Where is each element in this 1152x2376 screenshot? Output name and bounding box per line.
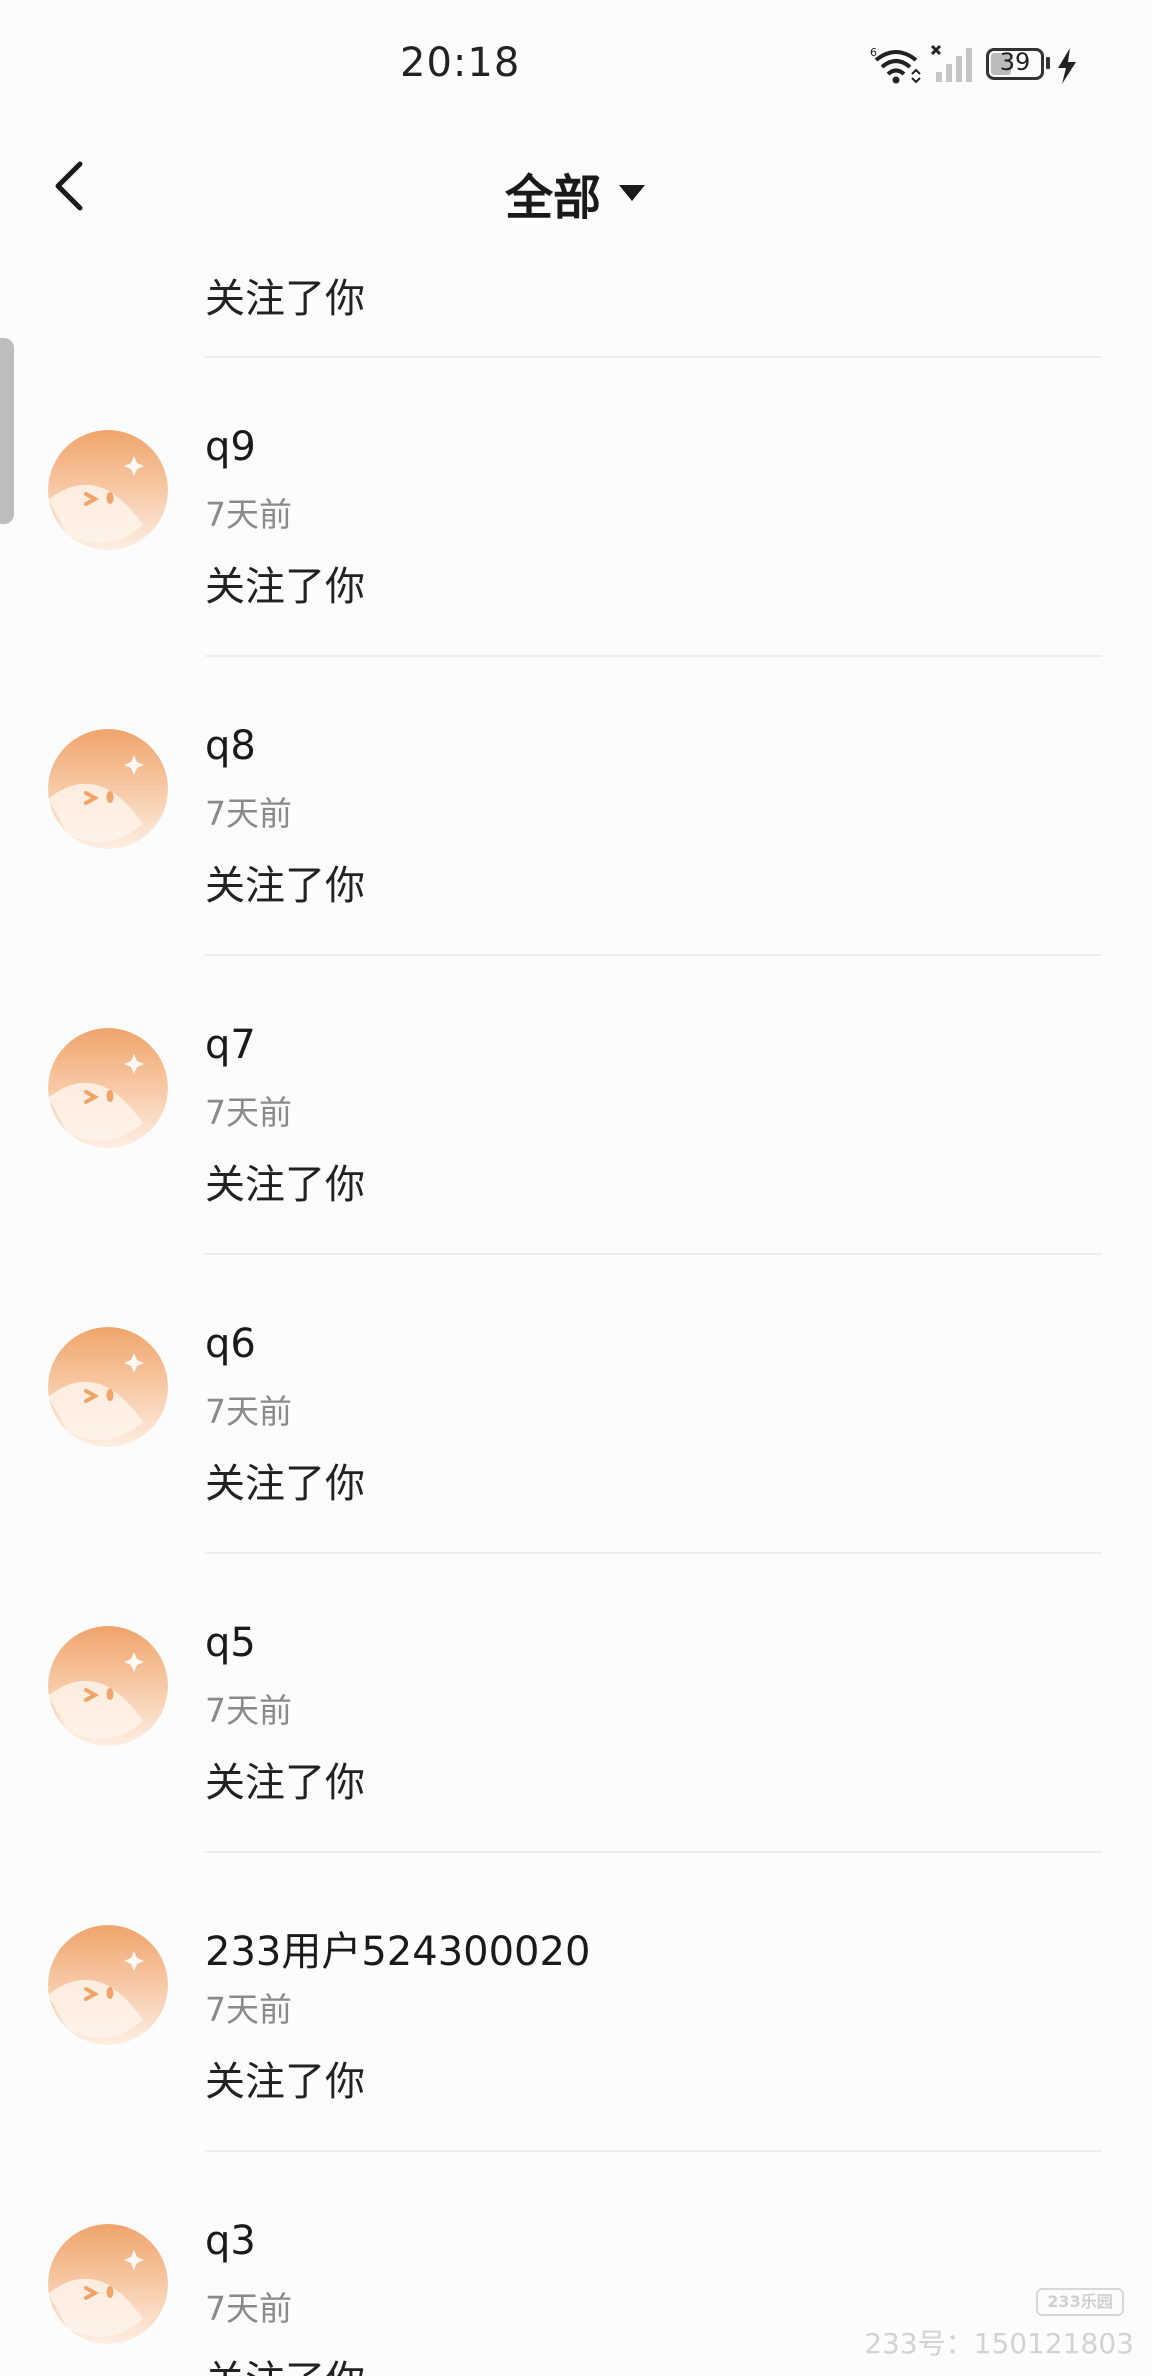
user-name[interactable]: q3 — [205, 2218, 256, 2264]
item-message: 关注了你 — [205, 1461, 365, 1507]
avatar[interactable] — [48, 2224, 168, 2344]
caret-down-icon — [619, 185, 645, 201]
user-name[interactable]: q5 — [205, 1620, 256, 1666]
avatar[interactable] — [48, 1327, 168, 1447]
watermark-logo: 233乐园 — [1036, 2288, 1124, 2316]
list-item[interactable]: q8 7天前 关注了你 — [0, 657, 1152, 956]
page-title: 全部 — [504, 170, 601, 226]
battery-icon: 39 — [986, 48, 1044, 80]
timestamp: 7天前 — [205, 794, 292, 833]
default-avatar-icon — [48, 1925, 168, 2045]
default-avatar-icon — [48, 2224, 168, 2344]
user-name[interactable]: 233用户524300020 — [205, 1919, 590, 1977]
default-avatar-icon — [48, 430, 168, 550]
avatar[interactable] — [48, 729, 168, 849]
list-item[interactable]: q6 7天前 关注了你 — [0, 1255, 1152, 1554]
list-item[interactable]: q5 7天前 关注了你 — [0, 1554, 1152, 1853]
user-name[interactable]: q9 — [205, 424, 256, 470]
list-item[interactable]: 关注了你 — [0, 250, 1152, 358]
item-message: 关注了你 — [205, 2059, 365, 2105]
item-message: 关注了你 — [205, 1760, 365, 1806]
watermark: 233乐园 233号：150121803 — [864, 2288, 1134, 2360]
status-time: 20:18 — [400, 40, 521, 86]
user-name[interactable]: q6 — [205, 1321, 256, 1367]
item-message: 关注了你 — [205, 2348, 365, 2376]
edge-swipe-handle[interactable] — [0, 338, 14, 524]
signal-icon — [930, 44, 972, 82]
battery-level: 39 — [999, 48, 1031, 76]
filter-dropdown[interactable]: 全部 — [505, 158, 647, 228]
timestamp: 7天前 — [205, 1392, 292, 1431]
avatar[interactable] — [48, 430, 168, 550]
list-item[interactable]: 233用户524300020 7天前 关注了你 — [0, 1853, 1152, 2152]
default-avatar-icon — [48, 729, 168, 849]
status-bar: 20:18 6 39 — [0, 0, 1152, 130]
watermark-text: 233号：150121803 — [864, 2327, 1134, 2360]
wifi-icon: 6 — [870, 46, 921, 84]
item-message: 关注了你 — [205, 1162, 365, 1208]
svg-text:6: 6 — [870, 46, 877, 59]
notification-list: 关注了你 q9 7天前 关注了你 q8 7天前 关注了你 q7 7天前 关注了你 — [0, 250, 1152, 2376]
timestamp: 7天前 — [205, 1691, 292, 1730]
avatar[interactable] — [48, 1925, 168, 2045]
timestamp: 7天前 — [205, 1990, 292, 2029]
item-message: 关注了你 — [205, 863, 365, 909]
list-item[interactable]: q9 7天前 关注了你 — [0, 358, 1152, 657]
default-avatar-icon — [48, 1626, 168, 1746]
user-name[interactable]: q8 — [205, 723, 256, 769]
timestamp: 7天前 — [205, 1093, 292, 1132]
default-avatar-icon — [48, 1327, 168, 1447]
header: 全部 — [0, 130, 1152, 250]
avatar[interactable] — [48, 1028, 168, 1148]
status-icons: 6 39 — [870, 44, 1090, 88]
default-avatar-icon — [48, 1028, 168, 1148]
charging-bolt-icon — [1058, 48, 1076, 84]
timestamp: 7天前 — [205, 2289, 292, 2328]
avatar[interactable] — [48, 1626, 168, 1746]
timestamp: 7天前 — [205, 495, 292, 534]
item-message: 关注了你 — [205, 564, 365, 610]
list-item[interactable]: q7 7天前 关注了你 — [0, 956, 1152, 1255]
notification-screen: 20:18 6 39 全部 关注了你 q9 7天前 关注了你 q8 7天前 关注… — [0, 0, 1152, 2376]
user-name[interactable]: q7 — [205, 1022, 256, 1068]
item-message: 关注了你 — [205, 276, 365, 322]
